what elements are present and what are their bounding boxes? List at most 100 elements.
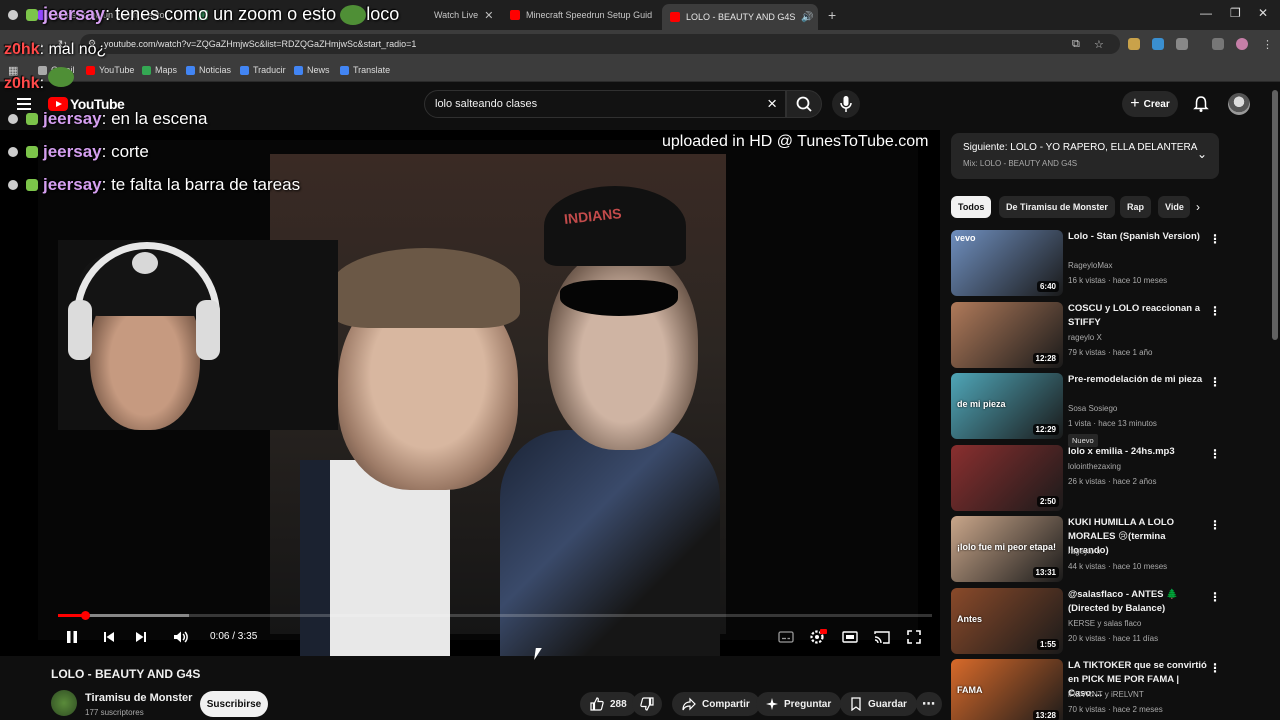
search-button[interactable] bbox=[786, 90, 822, 118]
save-button[interactable]: Guardar bbox=[840, 692, 917, 716]
minimize-icon[interactable]: — bbox=[1200, 6, 1212, 20]
pause-button[interactable] bbox=[64, 628, 80, 646]
more-options-icon[interactable]: ⋮ bbox=[1209, 232, 1221, 246]
close-icon[interactable]: ✕ bbox=[478, 9, 493, 22]
playlist-next-panel[interactable]: Siguiente: LOLO - YO RAPERO, ELLA DELANT… bbox=[951, 133, 1219, 179]
video-thumbnail[interactable]: ¡lolo fue mi peor etapa! 13:31 bbox=[951, 516, 1063, 582]
recommendation-channel[interactable]: lolointhezaxing bbox=[1068, 462, 1121, 471]
recommendation-item[interactable]: 12:28 COSCU y LOLO reaccionan a STIFFY rag… bbox=[951, 302, 1221, 368]
tab-minecraft[interactable]: Minecraft Speedrun Setup Guid✕ bbox=[502, 4, 658, 26]
video-thumbnail[interactable]: 2:50 bbox=[951, 445, 1063, 511]
headphone-cup bbox=[68, 300, 92, 360]
new-tab-button[interactable]: + bbox=[820, 4, 840, 26]
bookmark-noticias[interactable]: Noticias bbox=[186, 65, 231, 75]
profile-icon[interactable] bbox=[1236, 38, 1248, 50]
recommendation-item[interactable]: 2:50 lolo x emilia - 24hs.mp3 lolointhezax… bbox=[951, 445, 1221, 511]
more-options-icon[interactable]: ⋮ bbox=[1209, 661, 1221, 675]
like-button[interactable]: 288 bbox=[580, 692, 637, 716]
subtitles-button[interactable] bbox=[776, 628, 796, 646]
fullscreen-button[interactable] bbox=[904, 628, 924, 646]
window-close-icon[interactable]: ✕ bbox=[1258, 6, 1268, 20]
recommendation-item[interactable]: FAMA 13:28 LA TIKTOKER que se convirtió en… bbox=[951, 659, 1221, 720]
extension-icon[interactable] bbox=[1152, 38, 1164, 50]
ask-button[interactable]: Preguntar bbox=[756, 692, 842, 716]
chip-rap[interactable]: Rap bbox=[1120, 196, 1152, 218]
share-button[interactable]: Compartir bbox=[672, 692, 760, 716]
recommendation-title[interactable]: lolo x emilia - 24hs.mp3 bbox=[1068, 445, 1208, 459]
chevron-right-icon[interactable]: › bbox=[1196, 200, 1200, 214]
video-thumbnail[interactable]: Antes 1:55 bbox=[951, 588, 1063, 654]
voice-search-button[interactable] bbox=[832, 90, 860, 118]
recommendation-title[interactable]: Lolo - Stan (Spanish Version) bbox=[1068, 230, 1208, 244]
recommendation-title[interactable]: COSCU y LOLO reaccionan a STIFFY bbox=[1068, 302, 1208, 330]
extensions-puzzle-icon[interactable] bbox=[1176, 38, 1188, 50]
recommendation-title[interactable]: @salasflaco - ANTES 🌲 (Directed by Balan… bbox=[1068, 588, 1208, 616]
search-input[interactable]: lolo salteando clases bbox=[435, 98, 537, 110]
recommendation-channel[interactable]: RageyloMax bbox=[1068, 261, 1112, 270]
badge-icon bbox=[8, 9, 18, 20]
time-display: 0:06 / 3:35 bbox=[210, 631, 258, 642]
notifications-bell-icon[interactable] bbox=[1192, 95, 1210, 118]
channel-name[interactable]: Tiramisu de Monster bbox=[85, 692, 192, 704]
chip-todos[interactable]: Todos bbox=[951, 196, 992, 218]
video-thumbnail[interactable]: FAMA 13:28 bbox=[951, 659, 1063, 720]
recommendation-item[interactable]: vevo 6:40 Lolo - Stan (Spanish Version) Rag… bbox=[951, 230, 1221, 296]
chip-channel[interactable]: De Tiramisu de Monster bbox=[999, 196, 1115, 218]
more-options-icon[interactable]: ⋮ bbox=[1209, 590, 1221, 604]
more-options-icon[interactable]: ⋮ bbox=[1209, 518, 1221, 532]
video-player[interactable]: INDIANS uploaded in HD @ TunesToTube.com… bbox=[0, 130, 940, 656]
video-thumbnail[interactable]: 12:28 bbox=[951, 302, 1063, 368]
close-icon[interactable]: ✕ bbox=[814, 11, 818, 24]
more-options-icon[interactable]: ⋮ bbox=[1209, 304, 1221, 318]
recommendation-item[interactable]: de mi pieza 12:29 Pre-remodelación de mi p… bbox=[951, 373, 1221, 447]
chevron-down-icon[interactable]: ⌄ bbox=[1197, 147, 1207, 161]
recommendation-channel[interactable]: rageylo X bbox=[1068, 333, 1102, 342]
recommendation-channel[interactable]: iREVRNT y iRELVNT bbox=[1068, 690, 1144, 699]
more-actions-icon[interactable]: ⋯ bbox=[916, 692, 942, 716]
theater-mode-button[interactable] bbox=[840, 628, 860, 646]
bookmark-traducir[interactable]: Traducir bbox=[240, 65, 286, 75]
bookmark-maps[interactable]: Maps bbox=[142, 65, 177, 75]
tab-active-video[interactable]: LOLO - BEAUTY AND G4S🔊✕ bbox=[662, 4, 818, 30]
previous-button[interactable] bbox=[100, 628, 118, 646]
recommendation-title[interactable]: Pre-remodelación de mi pieza bbox=[1068, 373, 1208, 387]
cast-button[interactable] bbox=[872, 628, 892, 646]
recommendation-meta: 1 vista · hace 13 minutos bbox=[1068, 419, 1157, 428]
bookmark-youtube[interactable]: YouTube bbox=[86, 65, 134, 75]
page-scrollbar[interactable] bbox=[1272, 90, 1278, 340]
recommendation-channel[interactable]: rageylo fr bbox=[1068, 547, 1101, 556]
scrubber-handle[interactable] bbox=[81, 611, 90, 620]
video-thumbnail[interactable]: vevo 6:40 bbox=[951, 230, 1063, 296]
clear-search-icon[interactable]: × bbox=[767, 94, 777, 114]
video-thumbnail[interactable]: de mi pieza 12:29 bbox=[951, 373, 1063, 439]
install-icon[interactable]: ⧉ bbox=[1072, 38, 1080, 51]
more-options-icon[interactable]: ⋮ bbox=[1209, 447, 1221, 461]
settings-button[interactable] bbox=[808, 628, 828, 646]
chip-video[interactable]: Vide bbox=[1158, 196, 1190, 218]
recommendation-channel[interactable]: KERSE y salas flaco bbox=[1068, 619, 1141, 628]
search-box[interactable]: lolo salteando clases × bbox=[424, 90, 786, 118]
kebab-menu-icon[interactable]: ⋮ bbox=[1262, 38, 1273, 51]
dislike-button[interactable] bbox=[632, 692, 662, 716]
volume-button[interactable] bbox=[171, 628, 191, 646]
emote-icon bbox=[26, 8, 38, 21]
bookmark-translate[interactable]: Translate bbox=[340, 65, 390, 75]
account-avatar[interactable] bbox=[1228, 93, 1250, 115]
recommendation-channel[interactable]: Sosa Sosiego bbox=[1068, 404, 1117, 413]
subscribe-button[interactable]: Suscribirse bbox=[200, 691, 268, 717]
url-text[interactable]: youtube.com/watch?v=ZQGaZHmjwSc&list=RDZ… bbox=[104, 39, 416, 49]
extension-icon[interactable] bbox=[1128, 38, 1140, 50]
recommendation-item[interactable]: Antes 1:55 @salasflaco - ANTES 🌲 (Directed… bbox=[951, 588, 1221, 654]
plus-icon: + bbox=[1130, 95, 1140, 112]
bookmark-star-icon[interactable]: ☆ bbox=[1094, 38, 1104, 51]
close-icon[interactable]: ✕ bbox=[652, 9, 658, 22]
more-options-icon[interactable]: ⋮ bbox=[1209, 375, 1221, 389]
recommendation-item[interactable]: ¡lolo fue mi peor etapa! 13:31 KUKI HUMILL… bbox=[951, 516, 1221, 582]
maximize-icon[interactable]: ❐ bbox=[1230, 6, 1241, 20]
bookmark-news[interactable]: News bbox=[294, 65, 330, 75]
channel-avatar[interactable] bbox=[51, 690, 77, 716]
next-button[interactable] bbox=[132, 628, 150, 646]
reading-list-icon[interactable] bbox=[1212, 38, 1224, 50]
progress-bar[interactable] bbox=[58, 614, 932, 617]
create-button[interactable]: + Crear bbox=[1122, 91, 1178, 117]
